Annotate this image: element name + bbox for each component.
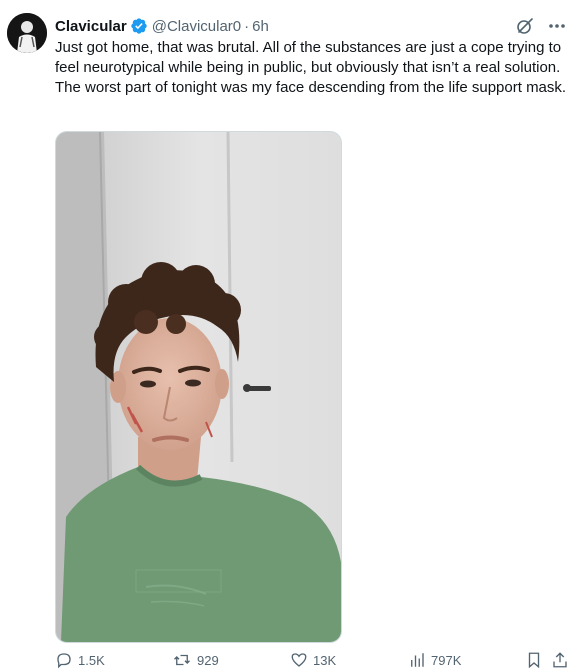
repost-count: 929 xyxy=(197,652,219,668)
reply-button[interactable]: 1.5K xyxy=(55,651,105,669)
repost-button[interactable]: 929 xyxy=(172,651,219,669)
tweet-photo[interactable] xyxy=(55,131,342,643)
avatar[interactable] xyxy=(7,13,47,53)
like-count: 13K xyxy=(313,652,337,668)
reply-icon xyxy=(57,653,71,669)
tweet-actions: 1.5K 929 13K 797K xyxy=(55,651,573,671)
share-icon xyxy=(553,652,567,668)
views-icon xyxy=(411,653,424,667)
tweet-header: Clavicular @Clavicular0 · 6h xyxy=(55,15,269,37)
author-handle[interactable]: @Clavicular0 xyxy=(152,18,241,35)
verified-badge-icon xyxy=(130,17,148,35)
share-button[interactable] xyxy=(551,651,569,669)
tweet: Clavicular @Clavicular0 · 6h Just got ho… xyxy=(0,0,573,671)
like-button[interactable]: 13K xyxy=(290,651,336,669)
author-name[interactable]: Clavicular xyxy=(55,18,127,35)
separator-dot: · xyxy=(244,17,250,35)
bookmark-icon xyxy=(528,652,540,669)
reply-count: 1.5K xyxy=(78,652,105,668)
bookmark-button[interactable] xyxy=(525,651,543,669)
views-count: 797K xyxy=(431,652,462,668)
tweet-text: Just got home, that was brutal. All of t… xyxy=(55,39,567,96)
like-icon xyxy=(291,653,307,667)
repost-icon xyxy=(174,654,190,666)
views-button[interactable]: 797K xyxy=(408,651,461,669)
post-time[interactable]: 6h xyxy=(252,18,269,35)
